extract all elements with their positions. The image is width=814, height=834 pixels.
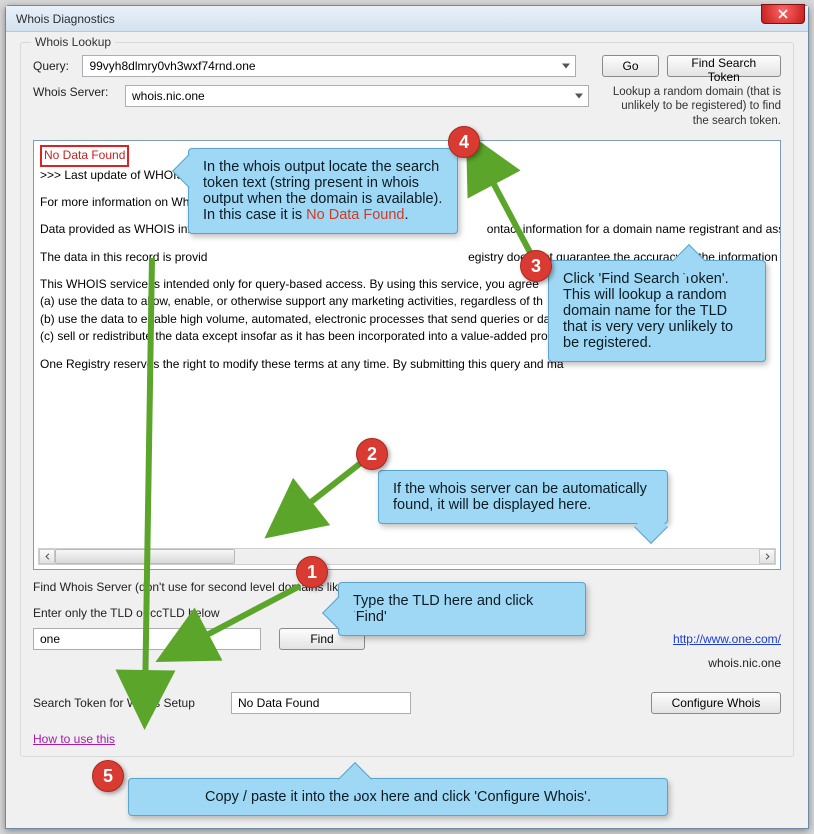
window-buttons (761, 4, 805, 24)
resolved-whois-server: whois.nic.one (708, 656, 781, 670)
find-search-token-button[interactable]: Find Search Token (667, 55, 781, 77)
scroll-thumb[interactable] (55, 549, 235, 564)
scroll-right-arrow[interactable] (759, 549, 775, 564)
query-label: Query: (33, 59, 74, 73)
configure-whois-button[interactable]: Configure Whois (651, 692, 781, 714)
find-token-hint: Lookup a random domain (that is unlikely… (603, 85, 781, 128)
search-token-row: Search Token for Whois Setup Configure W… (33, 692, 781, 714)
query-input[interactable] (82, 55, 576, 77)
enter-tld-label: Enter only the TLD or ccTLD below (33, 606, 781, 620)
output-line: One Registry reserves the right to modif… (40, 356, 774, 373)
titlebar: Whois Diagnostics (6, 6, 808, 32)
scroll-left-arrow[interactable] (39, 549, 55, 564)
horizontal-scrollbar[interactable] (38, 548, 776, 565)
tld-row: Find http://www.one.com/ (33, 628, 781, 650)
find-button[interactable]: Find (279, 628, 365, 650)
find-whois-server-title: Find Whois Server (don't use for second … (33, 580, 781, 594)
close-icon (778, 9, 788, 19)
output-line: (b) use the data to enable high volume, … (40, 311, 774, 328)
chevron-right-icon (764, 553, 771, 560)
window-title: Whois Diagnostics (16, 12, 115, 26)
chevron-left-icon (44, 553, 51, 560)
tld-input[interactable] (33, 628, 261, 650)
go-button[interactable]: Go (602, 55, 658, 77)
output-line: This WHOIS service is intended only for … (40, 276, 774, 293)
query-row: Query: Go Find Search Token (33, 55, 781, 77)
server-row: Whois Server: Lookup a random domain (th… (33, 85, 781, 128)
no-data-found-text: No Data Found (40, 145, 129, 166)
output-line: The data in this record is provid egistr… (40, 249, 774, 266)
whois-server-label: Whois Server: (33, 85, 117, 99)
close-button[interactable] (761, 4, 805, 24)
output-line: For more information on Whois s (40, 194, 774, 211)
how-to-use-link[interactable]: How to use this (33, 732, 115, 746)
output-line: Data provided as WHOIS informa ontact in… (40, 221, 774, 238)
output-line: (c) sell or redistribute the data except… (40, 328, 774, 345)
scroll-track[interactable] (55, 549, 759, 564)
whois-server-input[interactable] (125, 85, 589, 107)
whois-lookup-title: Whois Lookup (31, 35, 115, 49)
output-line: >>> Last update of WHOIS (40, 167, 774, 184)
search-token-input[interactable] (231, 692, 411, 714)
search-token-label: Search Token for Whois Setup (33, 696, 219, 710)
whois-lookup-group: Whois Lookup Query: Go Find Search Token… (20, 42, 794, 757)
whois-output[interactable]: No Data Found >>> Last update of WHOIS F… (33, 140, 781, 570)
find-whois-server-section: Find Whois Server (don't use for second … (33, 580, 781, 746)
window-frame: Whois Diagnostics Whois Lookup Query: Go… (5, 5, 809, 829)
window-body: Whois Lookup Query: Go Find Search Token… (6, 32, 808, 828)
output-line: (a) use the data to allow, enable, or ot… (40, 293, 774, 310)
registry-link[interactable]: http://www.one.com/ (673, 632, 781, 646)
